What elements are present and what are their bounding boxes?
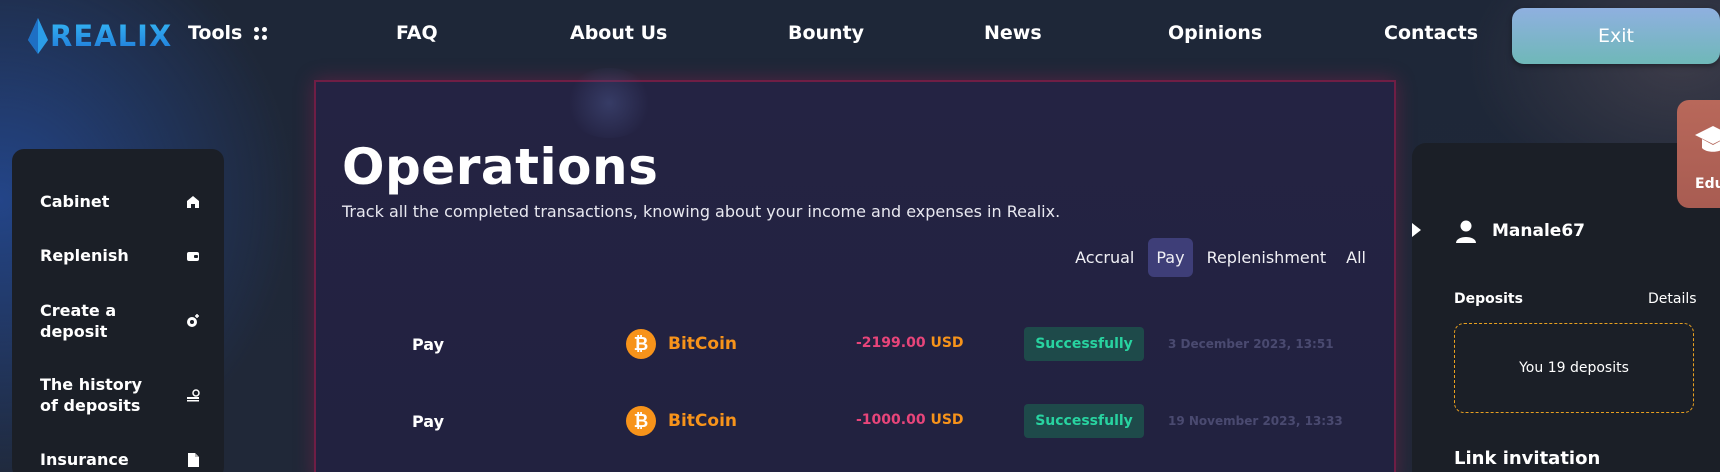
page-title: Operations (342, 138, 659, 196)
nav-opinions[interactable]: Opinions (1168, 22, 1262, 44)
realix-logo[interactable]: REALIX (28, 14, 172, 58)
amount-cell: -2199.00 USD (856, 335, 964, 351)
tools-menu[interactable]: Tools (188, 22, 268, 44)
bitcoin-icon: ₿ (626, 329, 656, 359)
home-icon (187, 195, 199, 208)
sidebar-item-insurance[interactable]: Insurance (40, 449, 200, 470)
sidebar-item-label: Cabinet (40, 192, 110, 211)
filter-pay[interactable]: Pay (1148, 238, 1193, 277)
operation-type: Pay (412, 335, 445, 354)
operation-date: 3 December 2023, 13:51 (1168, 337, 1334, 351)
logo-crystal-icon (28, 18, 48, 54)
logo-text: REALIX (50, 19, 173, 53)
education-tab[interactable]: Edu (1677, 100, 1720, 208)
filter-replenishment[interactable]: Replenishment (1201, 238, 1333, 277)
document-icon (188, 452, 199, 467)
graduation-cap-icon (1695, 126, 1720, 152)
sidebar-item-create-deposit[interactable]: Create a deposit (40, 300, 200, 342)
status-badge: Successfully (1024, 404, 1144, 438)
history-icon (187, 389, 200, 402)
operations-panel: Operations Track all the completed trans… (314, 68, 1398, 472)
deposits-summary-box[interactable]: You 19 deposits (1454, 323, 1694, 413)
details-link[interactable]: Details (1648, 291, 1697, 307)
sidebar-item-replenish[interactable]: Replenish (40, 245, 200, 266)
amount-cell: -1000.00 USD (856, 412, 964, 428)
nav-about-us[interactable]: About Us (570, 22, 667, 44)
sidebar-item-label: Insurance (40, 450, 129, 469)
bitcoin-icon: ₿ (626, 406, 656, 436)
sidebar-item-label: Replenish (40, 246, 129, 265)
education-tab-label: Edu (1695, 176, 1720, 192)
status-badge: Successfully (1024, 327, 1144, 361)
nav-contacts[interactable]: Contacts (1384, 22, 1478, 44)
coin-cell: ₿ BitCoin (626, 329, 737, 359)
nav-faq[interactable]: FAQ (396, 22, 438, 44)
deposits-label: Deposits (1454, 291, 1523, 307)
username: Manale67 (1492, 221, 1585, 241)
coin-name: BitCoin (668, 411, 737, 431)
deposit-icon (187, 314, 199, 327)
top-header: REALIX Tools FAQ About Us Bounty News Op… (0, 0, 1720, 70)
amount-currency: USD (930, 412, 964, 428)
amount-value: -1000.00 (856, 412, 926, 428)
exit-button[interactable]: Exit (1512, 8, 1720, 64)
sidebar: Cabinet Replenish Create a deposit The h… (12, 149, 224, 472)
nav-news[interactable]: News (984, 22, 1042, 44)
wallet-icon (187, 251, 199, 261)
user-profile[interactable]: Manale67 (1454, 219, 1585, 243)
sidebar-item-history[interactable]: The history of deposits (40, 374, 200, 416)
sidebar-item-label: The history of deposits (40, 375, 143, 415)
coin-cell: ₿ BitCoin (626, 406, 737, 436)
operation-filters: Accrual Pay Replenishment All (1069, 238, 1372, 277)
operation-date: 19 November 2023, 13:33 (1168, 414, 1343, 428)
decorative-glow (564, 68, 654, 138)
table-row[interactable]: Pay ₿ BitCoin -1000.00 USD Successfully … (316, 402, 1398, 442)
tools-label: Tools (188, 22, 243, 44)
grid-dots-icon (254, 26, 268, 40)
filter-accrual[interactable]: Accrual (1069, 238, 1140, 277)
collapse-arrow-icon[interactable] (1412, 223, 1421, 237)
coin-name: BitCoin (668, 334, 737, 354)
operation-type: Pay (412, 412, 445, 431)
table-row[interactable]: Pay ₿ BitCoin -2199.00 USD Successfully … (316, 325, 1398, 365)
page-subtitle: Track all the completed transactions, kn… (342, 202, 1061, 221)
sidebar-item-cabinet[interactable]: Cabinet (40, 191, 200, 212)
sidebar-item-label: Create a deposit (40, 301, 117, 341)
deposits-summary: You 19 deposits (1519, 360, 1629, 376)
account-panel: Manale67 Deposits Details You 19 deposit… (1412, 143, 1720, 472)
filter-all[interactable]: All (1340, 238, 1372, 277)
amount-currency: USD (930, 335, 964, 351)
user-icon (1456, 220, 1476, 243)
nav-bounty[interactable]: Bounty (788, 22, 864, 44)
link-invitation-heading: Link invitation (1454, 448, 1601, 469)
amount-value: -2199.00 (856, 335, 926, 351)
